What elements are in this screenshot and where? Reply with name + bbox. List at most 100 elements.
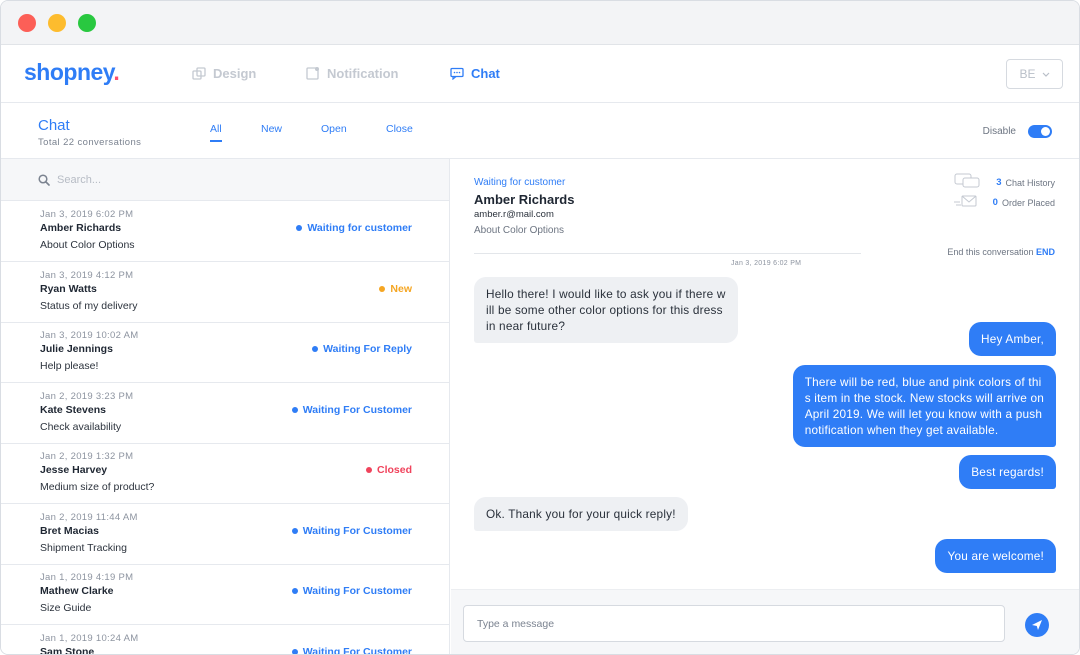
disable-toggle[interactable]: [1028, 125, 1052, 138]
conversation-name: Jesse Harvey: [40, 464, 108, 476]
conversation-name: Bret Macias: [40, 524, 99, 537]
status-badge: New: [379, 283, 412, 295]
maximize-window-button[interactable]: [78, 14, 96, 32]
message-line: ill be some other color options for this…: [486, 303, 723, 317]
message-line: s item in the stock. New stocks will arr…: [804, 391, 1044, 405]
status-dot: [291, 527, 298, 534]
conversation-item[interactable]: Jan 3, 2019 6:02 PM Amber Richards About C…: [1, 201, 449, 262]
disable-label: Disable: [982, 126, 1016, 137]
nav-chat[interactable]: Chat: [450, 66, 500, 81]
conversation-subject: Size Guide: [40, 602, 92, 614]
agent-message: Hey Amber,: [969, 322, 1056, 356]
conversation-detail-pane: Waiting for customer Amber Richards ambe…: [451, 159, 1079, 654]
message-composer: [451, 589, 1079, 654]
search-input[interactable]: [57, 170, 417, 190]
app-navigation: shopney. Design Notification Chat BE: [1, 45, 1079, 103]
logo[interactable]: shopney.: [24, 59, 120, 86]
orders-count: 0: [992, 197, 998, 208]
conversation-date: Jan 3, 2019 4:12 PM: [40, 269, 134, 281]
status-label: Closed: [376, 464, 412, 476]
message-line: Hello there! I would like to ask you if …: [486, 287, 726, 301]
language-value: BE: [1019, 67, 1036, 81]
conversation-subject: Help please!: [40, 360, 99, 372]
status-badge: Waiting For Customer: [291, 403, 412, 416]
order-icon: [954, 195, 977, 207]
status-dot: [365, 467, 372, 473]
conversation-name: Mathew Clarke: [40, 585, 114, 597]
customer-email: amber.r@mail.com: [474, 209, 554, 220]
agent-message: Best regards!: [959, 455, 1056, 489]
chat-icon: [450, 67, 464, 80]
design-icon: [192, 67, 206, 80]
message-line: There will be red, blue and pink colors …: [804, 375, 1042, 389]
close-window-button[interactable]: [18, 14, 36, 32]
notification-icon: [306, 67, 319, 80]
message-line: Ok. Thank you for your quick reply!: [486, 507, 676, 521]
status-dot: [291, 648, 298, 654]
app-window: shopney. Design Notification Chat BE Cha…: [0, 0, 1080, 655]
conversation-date: Jan 2, 2019 3:23 PM: [40, 390, 134, 402]
orders-stat[interactable]: 0 Order Placed: [993, 197, 1055, 208]
search-bar: [1, 159, 449, 201]
nav-design[interactable]: Design: [192, 66, 256, 81]
status-label: Waiting For Customer: [302, 403, 412, 416]
chevron-down-icon: [1042, 72, 1049, 77]
chat-header: Chat Total 22 conversations All New Open…: [1, 103, 1079, 159]
nav-design-label: Design: [213, 66, 257, 81]
conversation-item[interactable]: Jan 2, 2019 3:23 PM Kate Stevens Check ava…: [1, 383, 449, 444]
conversation-item[interactable]: Jan 3, 2019 10:02 AM Julie Jennings Help p…: [1, 322, 449, 383]
end-conversation-label: End this conversation: [947, 247, 1034, 257]
conversation-date: Jan 3, 2019 6:02 PM: [40, 209, 134, 220]
conversation-date: Jan 2, 2019 1:32 PM: [40, 451, 134, 462]
conversation-count: Total 22 conversations: [38, 137, 142, 148]
status-label: Waiting For Customer: [302, 585, 412, 597]
language-select[interactable]: BE: [1006, 59, 1063, 89]
chat-history-stat[interactable]: 3 Chat History: [996, 177, 1055, 188]
status-dot: [291, 588, 298, 594]
send-button[interactable]: [1025, 613, 1049, 637]
filter-close[interactable]: Close: [386, 123, 413, 135]
conversation-item[interactable]: Jan 1, 2019 10:24 AM Sam Stone Waiting For…: [1, 625, 449, 655]
customer-message: Ok. Thank you for your quick reply!: [474, 497, 688, 531]
conversation-list-pane: Jan 3, 2019 6:02 PM Amber Richards About C…: [1, 159, 450, 655]
orders-label: Order Placed: [1001, 197, 1055, 208]
status-dot: [296, 225, 303, 231]
conversation-name: Julie Jennings: [40, 343, 113, 355]
message-line: Hey Amber,: [981, 332, 1044, 346]
conversation-status: Waiting for customer: [474, 177, 566, 188]
status-label: Waiting For Customer: [302, 645, 412, 655]
status-label: New: [390, 282, 412, 295]
chat-history-label: Chat History: [1005, 177, 1055, 188]
status-dot: [312, 346, 319, 352]
filter-open[interactable]: Open: [321, 123, 347, 135]
conversation-subject: Medium size of product?: [40, 481, 155, 493]
page-title: Chat: [38, 117, 70, 134]
status-dot: [291, 406, 298, 413]
conversation-item[interactable]: Jan 3, 2019 4:12 PM Ryan Watts Status of m…: [1, 262, 449, 323]
status-label: Waiting for customer: [307, 222, 412, 234]
conversation-date: Jan 1, 2019 10:24 AM: [40, 632, 139, 644]
conversation-item[interactable]: Jan 1, 2019 4:19 PM Mathew Clarke Size Gui…: [1, 564, 449, 625]
agent-message: There will be red, blue and pink colors …: [792, 365, 1056, 447]
logo-dot: .: [113, 59, 120, 85]
filter-all[interactable]: All: [210, 123, 222, 142]
minimize-window-button[interactable]: [48, 14, 66, 32]
conversation-item[interactable]: Jan 2, 2019 1:32 PM Jesse Harvey Medium si…: [1, 443, 449, 504]
message-line: April 2019. We will let you know with a …: [804, 407, 1043, 421]
conversation-item[interactable]: Jan 2, 2019 11:44 AM Bret Macias Shipment …: [1, 504, 449, 565]
conversation-date: Jan 1, 2019 4:19 PM: [40, 572, 134, 583]
send-icon: [1032, 620, 1042, 630]
agent-message: You are welcome!: [935, 539, 1056, 573]
nav-chat-label: Chat: [471, 66, 500, 81]
message-input[interactable]: [463, 605, 1005, 642]
status-badge: Waiting For Customer: [291, 585, 412, 597]
search-icon: [38, 174, 50, 186]
nav-notification[interactable]: Notification: [306, 66, 399, 81]
conversation-name: Amber Richards: [40, 222, 122, 234]
status-badge: Closed: [365, 464, 412, 476]
end-conversation-button[interactable]: END: [1036, 247, 1055, 257]
conversation-date: Jan 2, 2019 11:44 AM: [40, 511, 138, 523]
filter-new[interactable]: New: [261, 123, 282, 135]
message-line: Best regards!: [971, 465, 1044, 479]
status-label: Waiting For Customer: [302, 524, 412, 537]
